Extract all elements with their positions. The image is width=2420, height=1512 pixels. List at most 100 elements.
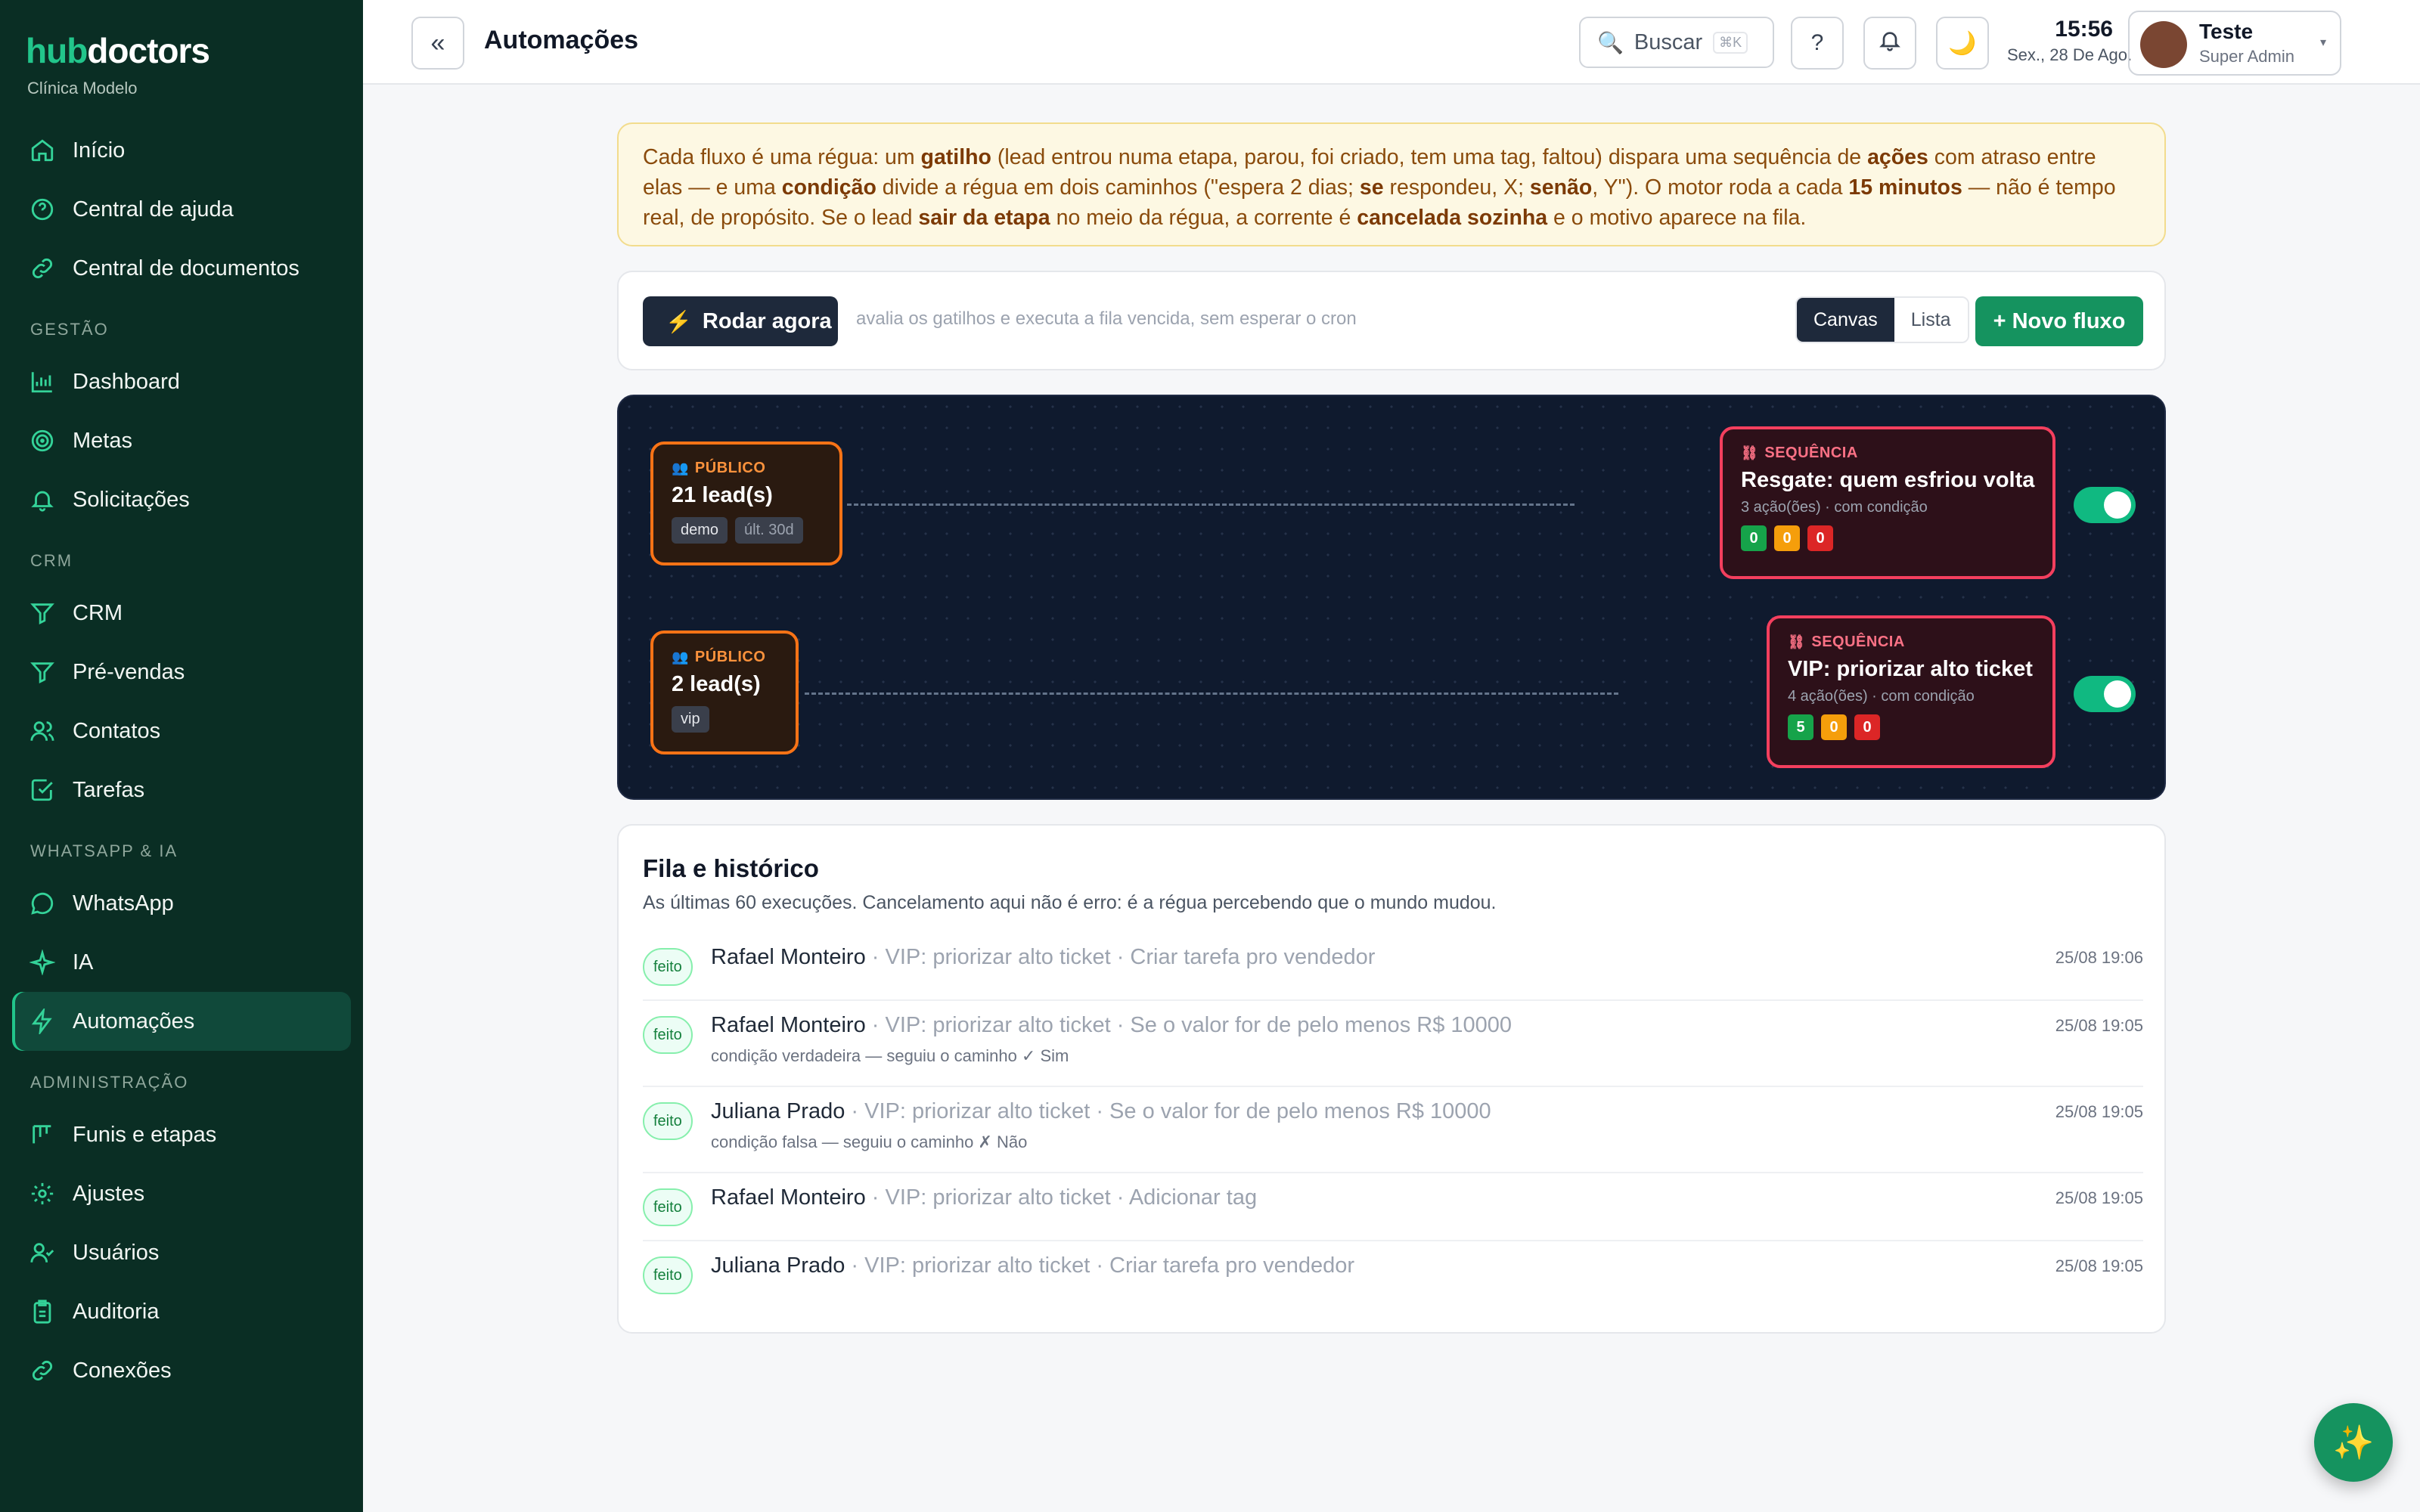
history-title: Fila e histórico [643, 854, 819, 882]
sidebar-item-tarefas[interactable]: Tarefas [12, 761, 351, 820]
sequence-node[interactable]: ⛓ SEQUÊNCIA Resgate: quem esfriou volta 3… [1720, 426, 2055, 579]
sidebar-item-ajustes[interactable]: Ajustes [12, 1164, 351, 1223]
gear-icon [29, 1180, 56, 1207]
action-description: · VIP: priorizar alto ticket · Criar tar… [845, 1253, 1355, 1278]
link-icon [29, 1357, 56, 1384]
collapse-sidebar-button[interactable]: « [411, 17, 464, 70]
view-list-button[interactable]: Lista [1894, 298, 1968, 342]
sidebar-item-usuarios[interactable]: Usuários [12, 1223, 351, 1282]
public-node[interactable]: 👥 PÚBLICO 21 lead(s) demo últ. 30d [650, 442, 842, 565]
node-kind: ⛓ SEQUÊNCIA [1741, 445, 2034, 462]
users-icon: 👥 [672, 460, 689, 476]
info-bold: senão [1529, 175, 1593, 200]
sidebar-item-inicio[interactable]: Início [12, 121, 351, 180]
queue-history-panel: Fila e histórico As últimas 60 execuções… [617, 824, 2166, 1334]
sidebar-item-central-de-documentos[interactable]: Central de documentos [12, 239, 351, 298]
timestamp: 25/08 19:05 [2055, 1188, 2143, 1207]
search-button[interactable]: 🔍 Buscar ⌘K [1579, 17, 1774, 68]
sidebar-item-label: Início [73, 138, 126, 163]
brand-logo[interactable]: hubdoctors [26, 30, 210, 71]
flow-connector [805, 692, 1618, 695]
history-row[interactable]: feito Rafael Monteiro · VIP: priorizar a… [643, 1001, 2143, 1087]
info-text: respondeu, X; [1383, 175, 1530, 200]
sidebar-item-label: Usuários [73, 1240, 160, 1265]
zap-icon: ⚡ [666, 309, 692, 333]
history-row[interactable]: feito Juliana Prado · VIP: priorizar alt… [643, 1241, 2143, 1309]
tag-list: demo últ. 30d [672, 517, 821, 544]
users-icon: 👥 [672, 649, 689, 665]
sidebar-item-crm[interactable]: CRM [12, 584, 351, 643]
sidebar-item-contatos[interactable]: Contatos [12, 702, 351, 761]
sidebar-nav: Início Central de ajuda Central de docum… [12, 121, 351, 1400]
new-flow-button[interactable]: + Novo fluxo [1975, 296, 2143, 346]
help-button[interactable]: ? [1791, 17, 1844, 70]
info-bold: sair da etapa [918, 206, 1050, 230]
sidebar-item-whatsapp[interactable]: WhatsApp [12, 874, 351, 933]
kanban-icon [29, 1121, 56, 1148]
history-row-main: Rafael Monteiro · VIP: priorizar alto ti… [711, 1013, 1512, 1038]
action-description: · VIP: priorizar alto ticket · Se o valo… [865, 1013, 1512, 1037]
history-row-main: Juliana Prado · VIP: priorizar alto tick… [711, 1099, 1491, 1124]
sidebar-item-label: IA [73, 950, 94, 974]
sidebar-item-metas[interactable]: Metas [12, 411, 351, 470]
brand-part-1: hub [26, 31, 88, 70]
lead-name: Juliana Prado [711, 1253, 845, 1278]
sidebar-item-funis-e-etapas[interactable]: Funis e etapas [12, 1105, 351, 1164]
sequence-meta: 3 ação(ões) · com condição [1741, 499, 1928, 516]
sequence-node[interactable]: ⛓ SEQUÊNCIA VIP: priorizar alto ticket 4 … [1767, 615, 2055, 768]
history-row-main: Rafael Monteiro · VIP: priorizar alto ti… [711, 1185, 1257, 1210]
sidebar-item-conexoes[interactable]: Conexões [12, 1341, 351, 1400]
flow-enabled-toggle[interactable] [2074, 676, 2136, 712]
flow-enabled-toggle[interactable] [2074, 487, 2136, 523]
timestamp: 25/08 19:05 [2055, 1256, 2143, 1275]
history-row[interactable]: feito Juliana Prado · VIP: priorizar alt… [643, 1087, 2143, 1173]
view-canvas-button[interactable]: Canvas [1797, 298, 1894, 342]
clipboard-icon [29, 1298, 56, 1325]
action-description: · VIP: priorizar alto ticket · Adicionar… [865, 1185, 1258, 1210]
status-badge: feito [643, 1102, 693, 1140]
search-label: Buscar [1634, 29, 1703, 54]
info-bold: condição [781, 175, 876, 200]
action-description: · VIP: priorizar alto ticket · Se o valo… [845, 1099, 1491, 1123]
tag: últ. 30d [735, 517, 803, 544]
history-row-main: Juliana Prado · VIP: priorizar alto tick… [711, 1253, 1354, 1278]
info-bold: 15 minutos [1848, 175, 1962, 200]
sidebar-item-dashboard[interactable]: Dashboard [12, 352, 351, 411]
public-node[interactable]: 👥 PÚBLICO 2 lead(s) vip [650, 631, 799, 754]
sparkle-icon [29, 949, 56, 976]
sidebar-item-auditoria[interactable]: Auditoria [12, 1282, 351, 1341]
lead-name: Juliana Prado [711, 1099, 845, 1123]
user-menu[interactable]: Teste Super Admin ▾ [2128, 11, 2341, 76]
lead-name: Rafael Monteiro [711, 1185, 866, 1210]
status-badge: feito [643, 1188, 693, 1226]
sidebar-item-ia[interactable]: IA [12, 933, 351, 992]
info-bold: cancelada sozinha [1357, 206, 1548, 230]
filter-icon [29, 658, 56, 686]
lead-name: Rafael Monteiro [711, 945, 866, 969]
search-icon: 🔍 [1597, 30, 1624, 54]
sidebar-item-automacoes[interactable]: Automações [12, 992, 351, 1051]
view-switcher: Canvas Lista [1795, 296, 1969, 343]
info-banner: Cada fluxo é uma régua: um gatilho (lead… [617, 122, 2166, 246]
timestamp: 25/08 19:06 [2055, 948, 2143, 967]
theme-toggle-button[interactable]: 🌙 [1936, 17, 1989, 70]
sequence-meta: 4 ação(ões) · com condição [1788, 688, 1975, 705]
sidebar-item-central-de-ajuda[interactable]: Central de ajuda [12, 180, 351, 239]
sidebar-item-pre-vendas[interactable]: Pré-vendas [12, 643, 351, 702]
sidebar-item-solicitacoes[interactable]: Solicitações [12, 470, 351, 529]
sidebar-item-label: Dashboard [73, 369, 180, 394]
notifications-button[interactable] [1863, 17, 1916, 70]
sparkle-icon: ✨ [2332, 1424, 2375, 1461]
execution-counts: 0 0 0 [1741, 525, 2034, 551]
filter-icon [29, 600, 56, 627]
nav-section-whatsapp-ia: WHATSAPP & IA [30, 841, 178, 860]
ai-assistant-button[interactable]: ✨ [2314, 1403, 2393, 1482]
history-row[interactable]: feito Rafael Monteiro · VIP: priorizar a… [643, 933, 2143, 1001]
help-icon: ? [1810, 30, 1824, 55]
run-now-button[interactable]: ⚡ Rodar agora [643, 296, 838, 346]
sidebar-item-label: Central de documentos [73, 256, 299, 280]
status-badge: feito [643, 1016, 693, 1054]
history-row[interactable]: feito Rafael Monteiro · VIP: priorizar a… [643, 1173, 2143, 1241]
history-row-main: Rafael Monteiro · VIP: priorizar alto ti… [711, 945, 1375, 970]
error-count: 0 [1807, 525, 1833, 551]
